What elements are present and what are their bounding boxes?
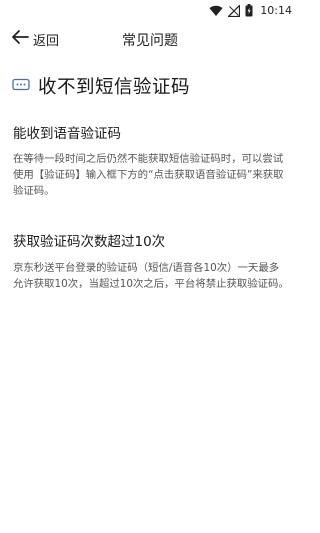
nav-bar: 返回 常见问题: [0, 22, 300, 58]
battery-icon: [245, 2, 253, 21]
status-icons: 10:14: [209, 2, 292, 21]
message-icon: [12, 77, 30, 96]
status-bar: 10:14: [0, 0, 300, 22]
heading-row: 收不到短信验证码: [12, 73, 190, 99]
main-heading: 收不到短信验证码: [38, 77, 191, 98]
page-title: 常见问题: [122, 33, 178, 49]
wifi-icon: [209, 2, 223, 21]
section-body: 在等待一段时间之后仍然不能获取短信验证码时，可以尝试使用【验证码】输入框下方的“…: [13, 153, 284, 197]
status-time: 10:14: [260, 4, 292, 17]
section-title: 能收到语音验证码: [13, 126, 121, 142]
faq-section: 能收到语音验证码 在等待一段时间之后仍然不能获取短信验证码时，可以尝试使用【验证…: [13, 122, 289, 199]
section-title: 获取验证码次数超过10次: [13, 234, 166, 250]
signal-icon: [227, 2, 241, 21]
faq-section: 获取验证码次数超过10次 京东秒送平台登录的验证码（短信/语音各10次）一天最多…: [13, 230, 289, 292]
section-body: 京东秒送平台登录的验证码（短信/语音各10次）一天最多允许获取10次，当超过10…: [13, 262, 289, 290]
